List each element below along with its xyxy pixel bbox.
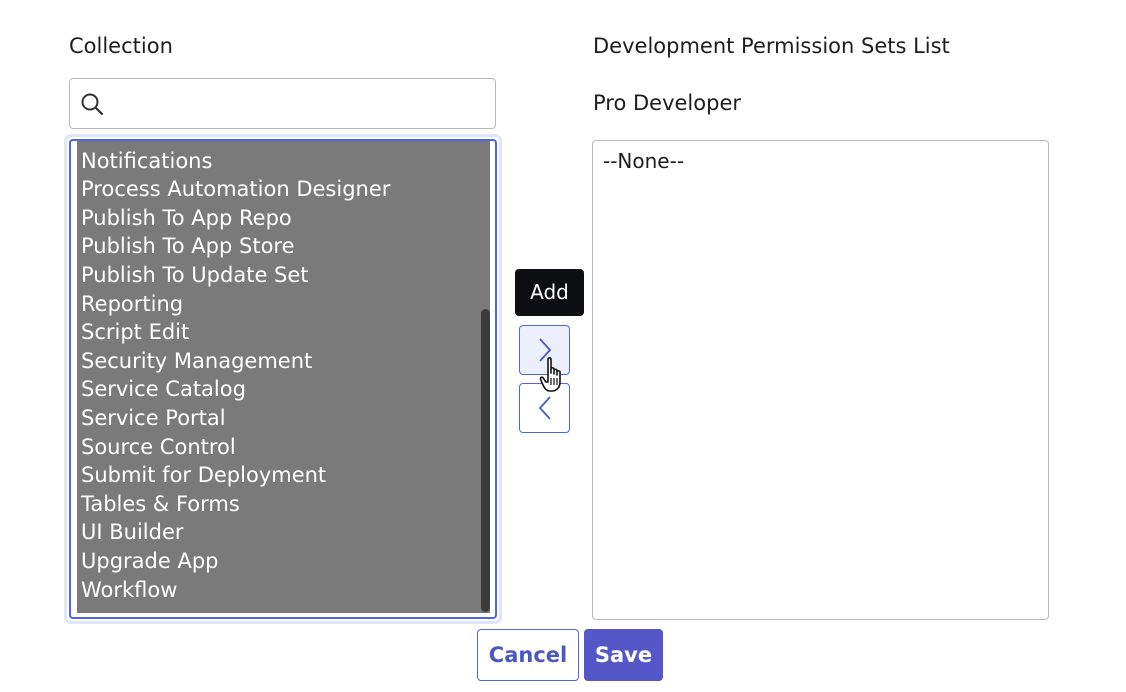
collection-list-item[interactable]: Security Management	[77, 347, 490, 376]
pro-developer-label: Pro Developer	[593, 91, 741, 115]
collection-list-item[interactable]: Submit for Deployment	[77, 461, 490, 490]
add-button[interactable]	[519, 325, 570, 375]
collection-list-item[interactable]: UI Builder	[77, 518, 490, 547]
collection-search-box[interactable]	[69, 78, 496, 129]
collection-list-item[interactable]: Notifications	[77, 147, 490, 176]
collection-list-item[interactable]: Upgrade App	[77, 547, 490, 576]
permission-sets-dialog: Collection Mobile BuildersNotificationsP…	[0, 0, 1126, 692]
collection-list[interactable]: Mobile BuildersNotificationsProcess Auto…	[69, 139, 497, 619]
selected-list-item[interactable]: --None--	[603, 149, 684, 173]
search-icon	[81, 93, 104, 116]
remove-button[interactable]	[519, 383, 570, 433]
collection-list-item[interactable]: Reporting	[77, 290, 490, 319]
collection-items: Mobile BuildersNotificationsProcess Auto…	[77, 141, 490, 604]
collection-label: Collection	[69, 34, 173, 58]
collection-list-item[interactable]: Source Control	[77, 433, 490, 462]
collection-scrollbar-thumb[interactable]	[481, 309, 490, 612]
collection-list-item[interactable]: Publish To Update Set	[77, 261, 490, 290]
collection-list-item[interactable]: Tables & Forms	[77, 490, 490, 519]
collection-list-item[interactable]: Process Automation Designer	[77, 175, 490, 204]
permission-sets-list-title: Development Permission Sets List	[593, 34, 950, 58]
cancel-button[interactable]: Cancel	[477, 629, 579, 681]
collection-list-item[interactable]: Publish To App Store	[77, 232, 490, 261]
collection-search-input[interactable]	[112, 85, 488, 123]
collection-list-item[interactable]: Publish To App Repo	[77, 204, 490, 233]
selected-permission-sets-list[interactable]: --None--	[592, 140, 1049, 620]
collection-list-item[interactable]: Service Catalog	[77, 375, 490, 404]
collection-list-item[interactable]: Service Portal	[77, 404, 490, 433]
chevron-right-icon	[538, 338, 551, 362]
collection-list-item[interactable]: Workflow	[77, 576, 490, 605]
chevron-left-icon	[538, 396, 551, 420]
collection-list-viewport: Mobile BuildersNotificationsProcess Auto…	[77, 141, 490, 613]
collection-list-item[interactable]: Script Edit	[77, 318, 490, 347]
save-button[interactable]: Save	[584, 629, 663, 681]
collection-scrollbar[interactable]	[480, 141, 490, 613]
add-tooltip: Add	[515, 269, 584, 316]
